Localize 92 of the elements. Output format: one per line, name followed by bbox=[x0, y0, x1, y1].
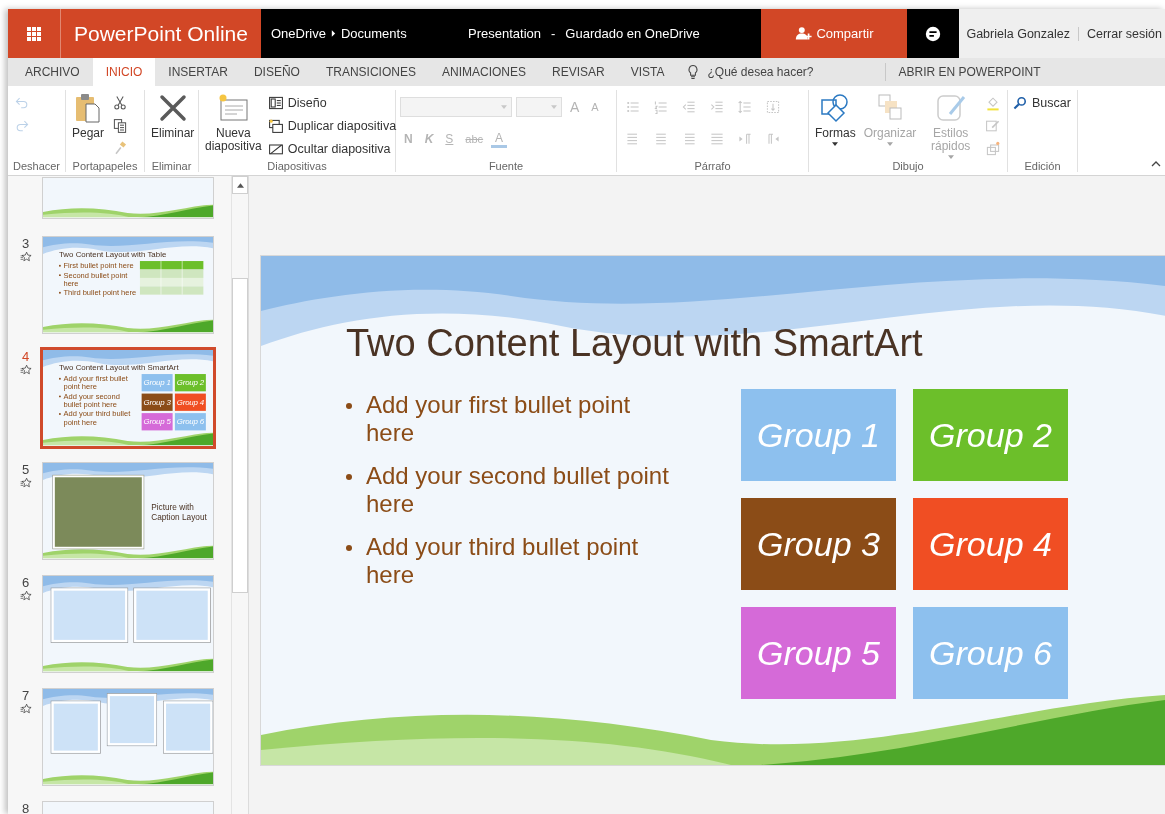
slide-canvas[interactable]: Two Content Layout with SmartArt Add your first bullet point here Add your second bullet point here Add your third bullet point here Group 1 Group 2 Group 3 Group 4 Group 5 Group 6 bbox=[261, 256, 1165, 765]
slide-title: Picture with Caption Layout bbox=[151, 502, 208, 522]
bullet-text: Add your third bullet point here bbox=[366, 533, 640, 589]
scroll-up-button[interactable] bbox=[232, 176, 248, 194]
ribbon-tab[interactable]: ARCHIVO bbox=[12, 58, 93, 86]
table-drawing bbox=[139, 261, 204, 295]
align-center-icon bbox=[653, 131, 669, 147]
ribbon-group-label: Edición bbox=[1023, 160, 1062, 172]
ribbon-group-label: Portapapeles bbox=[71, 160, 139, 172]
ribbon-group-label: Dibujo bbox=[891, 160, 925, 172]
picture-frame bbox=[51, 701, 101, 753]
slide-title: Two Content Layout with SmartArt bbox=[346, 322, 924, 365]
left-to-right-icon bbox=[737, 131, 753, 147]
duplicate-button[interactable]: Duplicar diapositiva bbox=[267, 115, 397, 136]
outdent-icon bbox=[681, 99, 697, 115]
ribbon-group-label: Eliminar bbox=[150, 160, 193, 172]
chevron-right-icon bbox=[330, 29, 336, 38]
slide-thumbnail[interactable] bbox=[43, 178, 213, 218]
ribbon-group-label: Fuente bbox=[487, 160, 525, 172]
title-separator: - bbox=[551, 26, 556, 41]
caret-up-icon bbox=[236, 182, 244, 188]
layout-button[interactable]: Diseño bbox=[267, 92, 327, 113]
caret-icon bbox=[551, 105, 557, 109]
duplicate-icon bbox=[267, 117, 284, 134]
bullet-list-icon bbox=[625, 99, 641, 115]
share-button[interactable]: Compartir bbox=[761, 9, 908, 58]
breadcrumb-link[interactable]: Documents bbox=[340, 26, 407, 41]
line-spacing-icon bbox=[737, 99, 753, 115]
new-slide-button[interactable]: Nueva diapositiva bbox=[203, 90, 264, 155]
slide-thumbnail[interactable] bbox=[43, 689, 213, 785]
sign-out-link[interactable]: Cerrar sesión bbox=[1078, 26, 1162, 41]
bullet-icon bbox=[346, 545, 352, 551]
slide-number: 6 bbox=[21, 576, 30, 590]
scrollbar-thumb[interactable] bbox=[232, 278, 248, 593]
picture-frame bbox=[163, 701, 213, 753]
app-name[interactable]: PowerPoint Online bbox=[60, 9, 261, 58]
layout-icon bbox=[267, 94, 284, 111]
slide-number: 3 bbox=[21, 237, 30, 251]
user-name[interactable]: Gabriela Gonzalez bbox=[966, 26, 1079, 41]
caret-icon bbox=[947, 155, 954, 159]
slide-number: 7 bbox=[21, 689, 30, 703]
bullet-icon bbox=[346, 474, 352, 480]
ribbon-tab[interactable]: ANIMACIONES bbox=[428, 58, 539, 86]
ribbon-tab[interactable]: INICIO bbox=[92, 58, 156, 86]
search-button[interactable]: Buscar bbox=[1012, 92, 1071, 113]
quick-styles-icon bbox=[934, 92, 967, 124]
document-title[interactable]: Presentation bbox=[468, 26, 541, 41]
bullet-text: Add your second bullet point here bbox=[366, 462, 670, 518]
caret-icon bbox=[887, 142, 893, 146]
bullet-text: Add your first bullet point here bbox=[366, 391, 632, 447]
ribbon-tab[interactable]: INSERTAR bbox=[155, 58, 241, 86]
tell-me-field[interactable]: ¿Qué desea hacer? bbox=[705, 64, 880, 80]
smartart-shape[interactable]: Group 3 bbox=[741, 498, 896, 590]
app-launcher-button[interactable] bbox=[8, 9, 60, 58]
ribbon-tab[interactable]: TRANSICIONES bbox=[312, 58, 429, 86]
ribbon-group-label: Deshacer bbox=[12, 160, 61, 172]
delete-button[interactable]: Eliminar bbox=[149, 90, 197, 142]
right-to-left-icon bbox=[765, 131, 781, 147]
paste-button[interactable]: Pegar bbox=[70, 90, 107, 142]
ribbon-tab[interactable]: DISEÑO bbox=[240, 58, 313, 86]
ribbon-group-label: Párrafo bbox=[693, 160, 732, 172]
slide-thumbnail[interactable] bbox=[43, 576, 213, 672]
ribbon-tab[interactable]: REVISAR bbox=[539, 58, 618, 86]
numbered-list-icon bbox=[653, 99, 669, 115]
slide-number: 8 bbox=[21, 802, 30, 814]
save-status: Guardado en OneDrive bbox=[565, 26, 700, 41]
slide-number: 4 bbox=[21, 350, 30, 364]
new-slide-icon bbox=[217, 92, 250, 124]
ribbon-tab[interactable]: VISTA bbox=[617, 58, 678, 86]
chat-icon bbox=[924, 24, 943, 43]
cut-icon bbox=[112, 94, 129, 111]
caret-icon bbox=[501, 105, 507, 109]
effects-icon bbox=[985, 140, 1001, 157]
indent-icon bbox=[709, 99, 725, 115]
slide-number: 5 bbox=[21, 463, 30, 477]
copy-icon bbox=[112, 117, 129, 134]
ribbon-group-label: Diapositivas bbox=[266, 160, 328, 172]
add-person-icon bbox=[795, 25, 813, 42]
grid-icon bbox=[27, 26, 41, 41]
smartart-shape[interactable]: Group 4 bbox=[913, 498, 1068, 590]
caret-icon bbox=[832, 142, 839, 146]
collapse-icon[interactable] bbox=[1151, 161, 1161, 167]
hide-button[interactable]: Ocultar diapositiva bbox=[267, 138, 391, 159]
breadcrumb-link[interactable]: OneDrive bbox=[271, 26, 326, 41]
text-align-icon bbox=[765, 99, 781, 115]
justify-icon bbox=[709, 131, 725, 147]
bullet-icon bbox=[346, 403, 352, 409]
slide-thumbnail[interactable]: Picture with Caption Layout bbox=[43, 463, 213, 559]
open-in-app-button[interactable]: ABRIR EN POWERPOINT bbox=[886, 58, 1053, 86]
picture-frame bbox=[107, 693, 157, 746]
shapes-button[interactable]: Formas bbox=[813, 90, 858, 148]
search-icon bbox=[1012, 94, 1028, 111]
